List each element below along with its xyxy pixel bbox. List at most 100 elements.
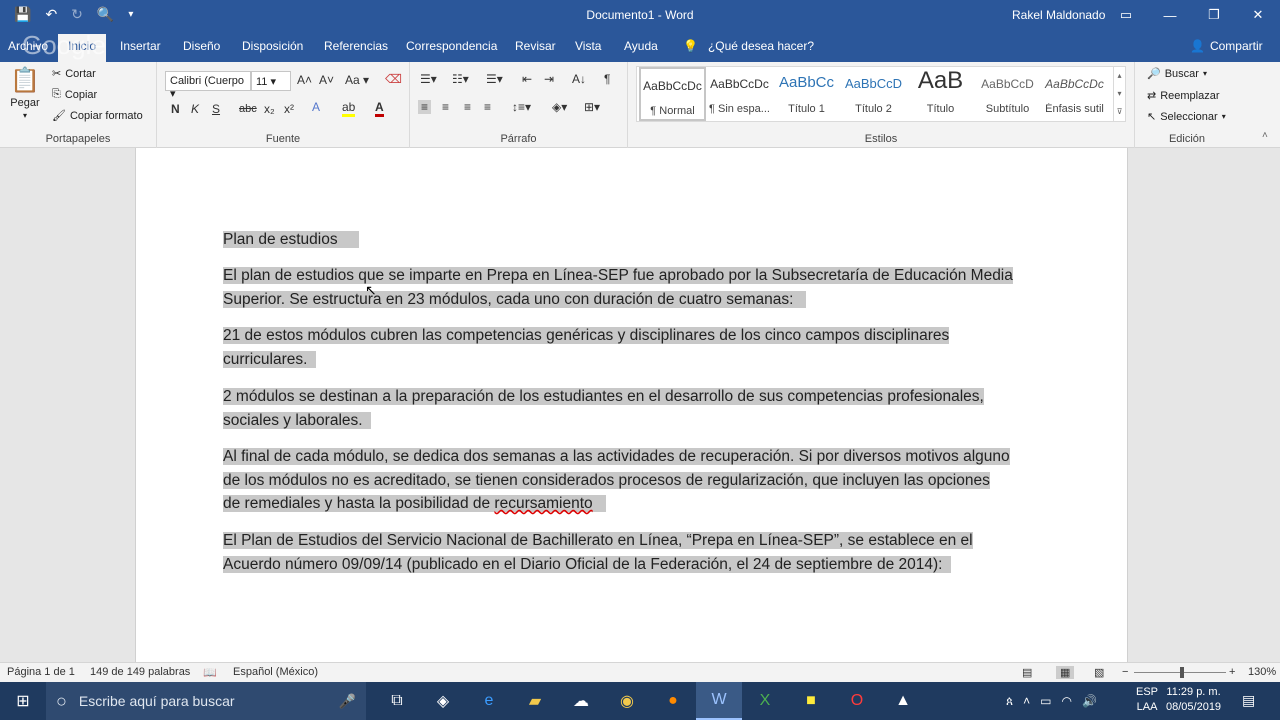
read-mode-icon[interactable]: ▤ — [1022, 666, 1032, 679]
tab-ayuda[interactable]: Ayuda — [624, 39, 658, 53]
paragraph[interactable]: Plan de estudios — [223, 228, 360, 252]
justify-icon[interactable]: ≡ — [484, 100, 491, 114]
zoom-slider-thumb[interactable] — [1180, 667, 1184, 678]
word-count[interactable]: 149 de 149 palabras — [90, 666, 190, 678]
chrome-icon[interactable]: ◉ — [604, 682, 650, 720]
tab-insertar[interactable]: Insertar — [120, 39, 161, 53]
font-color-icon[interactable]: A — [375, 100, 384, 117]
multilevel-list-icon[interactable]: ☰▾ — [486, 72, 503, 86]
find-button[interactable]: 🔎 Buscar ▾ — [1147, 67, 1207, 81]
chevron-up-icon[interactable]: ˄ — [1023, 694, 1030, 708]
style-subtle-emphasis[interactable]: AaBbCcDc Énfasis sutil — [1041, 67, 1108, 121]
opera-icon[interactable]: O — [834, 682, 880, 720]
increase-indent-icon[interactable]: ⇥ — [544, 72, 554, 86]
highlight-icon[interactable]: ab — [342, 100, 356, 117]
ribbon-display-options-icon[interactable]: ▭ — [1104, 0, 1148, 30]
grow-font-icon[interactable]: A˄ — [297, 73, 312, 87]
paragraph[interactable]: 2 módulos se destinan a la preparación d… — [223, 385, 984, 432]
file-explorer-icon[interactable]: ▰ — [512, 682, 558, 720]
tab-revisar[interactable]: Revisar — [515, 39, 556, 53]
align-left-icon[interactable]: ≡ — [418, 100, 432, 114]
show-marks-icon[interactable]: ¶ — [604, 72, 610, 86]
zoom-in-icon[interactable]: + — [1229, 666, 1235, 678]
word-icon[interactable]: W — [696, 682, 742, 720]
paste-button[interactable]: 📋 Pegar ▾ — [10, 66, 40, 120]
notifications-icon[interactable]: ▤ — [1242, 692, 1255, 709]
numbering-icon[interactable]: ☷▾ — [452, 72, 469, 86]
format-painter-button[interactable]: 🖌 Copiar formato — [52, 109, 143, 123]
subscript-button[interactable]: x₂ — [264, 102, 275, 116]
app-icon[interactable]: ☁ — [558, 682, 604, 720]
underline-button[interactable]: S — [212, 102, 220, 116]
share-button[interactable]: 👤 Compartir — [1190, 39, 1263, 53]
change-case-button[interactable]: Aa ▾ — [345, 73, 369, 87]
font-name-combo[interactable]: Calibri (Cuerpo ▾ — [165, 71, 251, 100]
shading-icon[interactable]: ◈▾ — [552, 100, 567, 114]
decrease-indent-icon[interactable]: ⇤ — [522, 72, 532, 86]
superscript-button[interactable]: x² — [284, 102, 294, 116]
cut-button[interactable]: ✂ Cortar — [52, 67, 96, 81]
style-heading-2[interactable]: AaBbCcD Título 2 — [840, 67, 907, 121]
volume-icon[interactable]: 🔊 — [1082, 694, 1097, 708]
print-layout-icon[interactable]: ▦ — [1056, 666, 1075, 679]
clear-formatting-icon[interactable]: ⌫ — [385, 72, 402, 86]
select-button[interactable]: ↖ Seleccionar ▾ — [1147, 110, 1226, 124]
italic-button[interactable]: K — [191, 102, 199, 116]
paragraph[interactable]: 21 de estos módulos cubren las competenc… — [223, 324, 950, 371]
style-normal[interactable]: AaBbCcDc ¶ Normal — [639, 67, 706, 121]
tab-correspondencia[interactable]: Correspondencia — [406, 39, 497, 53]
style-heading-1[interactable]: AaBbCc Título 1 — [773, 67, 840, 121]
align-center-icon[interactable]: ≡ — [442, 100, 449, 114]
sticky-notes-icon[interactable]: ■ — [788, 682, 834, 720]
windows-start-icon[interactable]: ⊞ — [0, 682, 46, 720]
microphone-icon[interactable]: 🎤 — [339, 693, 356, 710]
style-title[interactable]: AaB Título — [907, 67, 974, 121]
web-layout-icon[interactable]: ▧ — [1094, 666, 1104, 679]
line-spacing-icon[interactable]: ↕≡▾ — [512, 100, 531, 114]
restore-button[interactable]: ❐ — [1192, 0, 1236, 30]
proofing-icon[interactable]: 📖 — [203, 666, 217, 679]
styles-scroll[interactable]: ▴ ▾ ⊽ — [1113, 67, 1125, 121]
copy-button[interactable]: ⎘ Copiar — [52, 88, 97, 101]
clock[interactable]: 11:29 p. m. 08/05/2019 — [1166, 685, 1221, 715]
shrink-font-icon[interactable]: A˅ — [319, 73, 334, 87]
wifi-icon[interactable]: ◠ — [1062, 694, 1072, 708]
app-icon[interactable]: ◈ — [420, 682, 466, 720]
tell-me-box[interactable]: 💡 ¿Qué desea hacer? — [683, 39, 814, 53]
language-status[interactable]: Español (México) — [233, 666, 318, 678]
borders-icon[interactable]: ⊞▾ — [584, 100, 600, 114]
people-icon[interactable]: ጰ — [1006, 694, 1013, 709]
paragraph[interactable]: El Plan de Estudios del Servicio Naciona… — [223, 529, 973, 576]
paragraph[interactable]: Al final de cada módulo, se dedica dos s… — [223, 445, 1010, 516]
replace-button[interactable]: ⇄ Reemplazar — [1147, 89, 1220, 103]
bullets-icon[interactable]: ☰▾ — [420, 72, 437, 86]
collapse-ribbon-icon[interactable]: ˄ — [1262, 130, 1268, 141]
photos-icon[interactable]: ▲ — [880, 682, 926, 720]
style-subtitle[interactable]: AaBbCcD Subtítulo — [974, 67, 1041, 121]
minimize-button[interactable]: — — [1148, 0, 1192, 30]
zoom-out-icon[interactable]: − — [1122, 666, 1128, 678]
text-effects-icon[interactable]: A — [312, 100, 320, 114]
excel-icon[interactable]: X — [742, 682, 788, 720]
close-button[interactable]: ✕ — [1236, 0, 1280, 30]
tab-vista[interactable]: Vista — [575, 39, 601, 53]
sort-icon[interactable]: A↓ — [572, 72, 586, 86]
input-language[interactable]: ESP LAA — [1136, 685, 1158, 715]
align-right-icon[interactable]: ≡ — [464, 100, 471, 114]
strikethrough-button[interactable]: abc — [239, 103, 257, 115]
user-name[interactable]: Rakel Maldonado — [1012, 8, 1105, 22]
edge-icon[interactable]: e — [466, 682, 512, 720]
battery-icon[interactable]: ▭ — [1040, 694, 1051, 708]
task-view-icon[interactable]: ⧉ — [374, 682, 420, 720]
tab-diseno[interactable]: Diseño — [183, 39, 220, 53]
document-page[interactable]: Plan de estudios El plan de estudios que… — [135, 148, 1128, 662]
paragraph[interactable]: El plan de estudios que se imparte en Pr… — [223, 264, 1013, 311]
bold-button[interactable]: N — [171, 102, 180, 116]
misspelled-word[interactable]: recursamiento — [494, 495, 593, 512]
tab-disposicion[interactable]: Disposición — [242, 39, 303, 53]
font-size-combo[interactable]: 11 ▾ — [251, 71, 291, 91]
zoom-level[interactable]: 130% — [1248, 666, 1276, 678]
tab-referencias[interactable]: Referencias — [324, 39, 388, 53]
style-no-spacing[interactable]: AaBbCcDc ¶ Sin espa... — [706, 67, 773, 121]
page-count[interactable]: Página 1 de 1 — [7, 666, 75, 678]
